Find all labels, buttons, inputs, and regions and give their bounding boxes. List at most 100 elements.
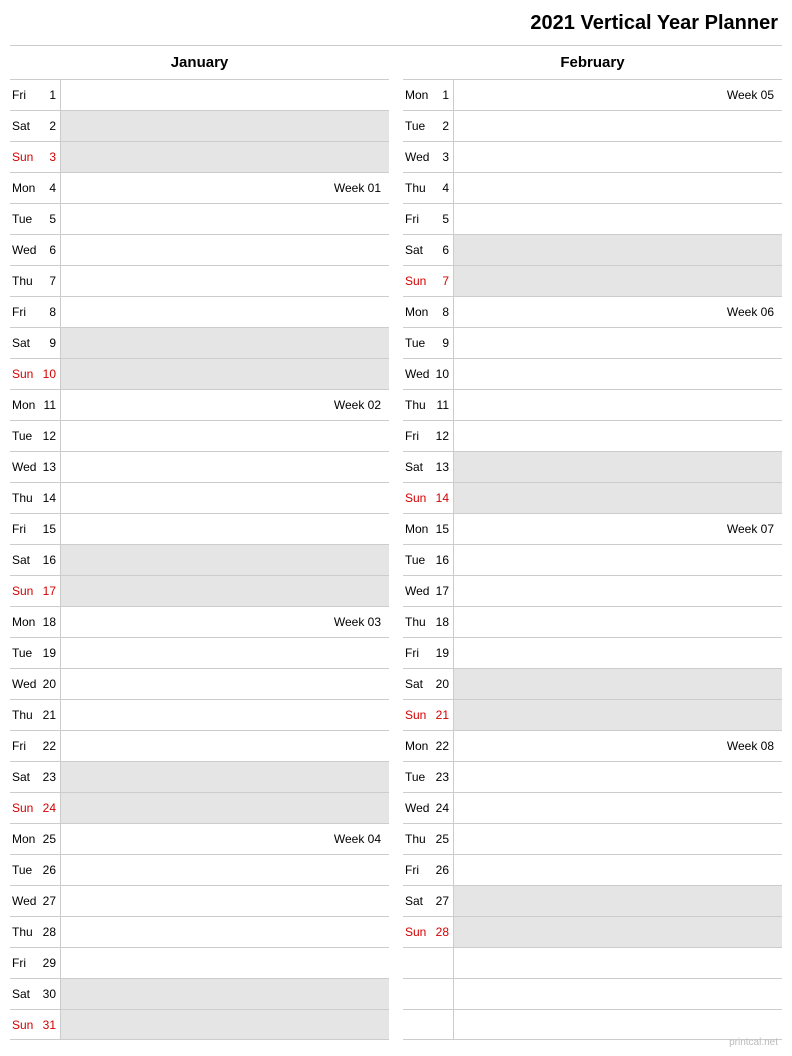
day-row [403, 947, 782, 978]
day-of-week: Fri [10, 305, 40, 319]
day-row: Sun3 [10, 141, 389, 172]
day-cell [60, 1010, 389, 1039]
day-of-week: Sat [10, 770, 40, 784]
day-of-week: Sun [403, 274, 433, 288]
day-row: Wed3 [403, 141, 782, 172]
day-row: Wed6 [10, 234, 389, 265]
day-number: 16 [433, 553, 453, 567]
day-row: Thu11 [403, 389, 782, 420]
day-row: Mon4Week 01 [10, 172, 389, 203]
day-row: Thu25 [403, 823, 782, 854]
day-number: 11 [40, 398, 60, 412]
day-cell: Week 06 [453, 297, 782, 327]
day-number: 18 [40, 615, 60, 629]
day-cell [60, 235, 389, 265]
day-number: 6 [433, 243, 453, 257]
day-number: 6 [40, 243, 60, 257]
day-row: Mon8Week 06 [403, 296, 782, 327]
day-of-week: Wed [403, 584, 433, 598]
day-cell [453, 638, 782, 668]
day-of-week: Wed [10, 243, 40, 257]
day-cell [60, 700, 389, 730]
day-cell [453, 824, 782, 854]
day-row: Thu21 [10, 699, 389, 730]
day-row: Sun10 [10, 358, 389, 389]
day-row: Sat13 [403, 451, 782, 482]
day-number: 17 [433, 584, 453, 598]
day-cell [453, 359, 782, 389]
day-cell [453, 111, 782, 141]
day-of-week: Sat [403, 243, 433, 257]
day-number: 3 [433, 150, 453, 164]
day-number: 20 [433, 677, 453, 691]
day-of-week: Tue [403, 553, 433, 567]
day-number: 4 [433, 181, 453, 195]
day-number: 1 [433, 88, 453, 102]
day-number: 23 [433, 770, 453, 784]
day-cell [453, 762, 782, 792]
day-of-week: Sat [403, 894, 433, 908]
day-of-week: Mon [10, 615, 40, 629]
day-of-week: Wed [403, 367, 433, 381]
day-row: Fri1 [10, 79, 389, 110]
day-number: 24 [40, 801, 60, 815]
day-number: 30 [40, 987, 60, 1001]
day-row: Fri29 [10, 947, 389, 978]
day-number: 9 [433, 336, 453, 350]
day-row: Mon25Week 04 [10, 823, 389, 854]
day-row: Fri22 [10, 730, 389, 761]
day-row: Mon11Week 02 [10, 389, 389, 420]
day-of-week: Wed [403, 801, 433, 815]
day-row: Sun14 [403, 482, 782, 513]
day-of-week: Tue [10, 429, 40, 443]
page-title: 2021 Vertical Year Planner [10, 12, 782, 46]
day-of-week: Mon [10, 398, 40, 412]
footer-credit: printcal.net [729, 1037, 778, 1048]
day-of-week: Mon [10, 832, 40, 846]
day-cell [60, 359, 389, 389]
day-cell [453, 1010, 782, 1039]
month-column: FebruaryMon1Week 05Tue2Wed3Thu4Fri5Sat6S… [403, 46, 782, 1040]
day-number: 17 [40, 584, 60, 598]
day-of-week: Sun [10, 801, 40, 815]
day-row: Sun17 [10, 575, 389, 606]
day-cell [453, 483, 782, 513]
day-row: Wed27 [10, 885, 389, 916]
day-row: Tue19 [10, 637, 389, 668]
day-cell [453, 700, 782, 730]
day-of-week: Mon [403, 88, 433, 102]
month-name: January [10, 46, 389, 79]
day-cell: Week 05 [453, 80, 782, 110]
day-of-week: Mon [10, 181, 40, 195]
day-cell [60, 669, 389, 699]
day-of-week: Fri [403, 429, 433, 443]
day-number: 7 [433, 274, 453, 288]
day-number: 2 [433, 119, 453, 133]
day-row: Sat20 [403, 668, 782, 699]
day-of-week: Sun [10, 1018, 40, 1032]
day-of-week: Fri [10, 956, 40, 970]
day-cell [453, 390, 782, 420]
day-of-week: Mon [403, 739, 433, 753]
day-row: Tue2 [403, 110, 782, 141]
day-row: Tue16 [403, 544, 782, 575]
day-cell [60, 917, 389, 947]
day-number: 16 [40, 553, 60, 567]
day-number: 13 [40, 460, 60, 474]
day-cell [60, 297, 389, 327]
day-of-week: Sun [403, 925, 433, 939]
day-row: Thu18 [403, 606, 782, 637]
day-row: Sun7 [403, 265, 782, 296]
day-of-week: Fri [10, 522, 40, 536]
day-cell: Week 07 [453, 514, 782, 544]
day-of-week: Sat [403, 677, 433, 691]
day-of-week: Tue [10, 863, 40, 877]
day-number: 8 [40, 305, 60, 319]
day-of-week: Thu [10, 925, 40, 939]
day-row: Sat16 [10, 544, 389, 575]
day-of-week: Wed [10, 894, 40, 908]
day-row: Tue26 [10, 854, 389, 885]
day-of-week: Tue [10, 646, 40, 660]
day-number: 26 [40, 863, 60, 877]
day-number: 20 [40, 677, 60, 691]
